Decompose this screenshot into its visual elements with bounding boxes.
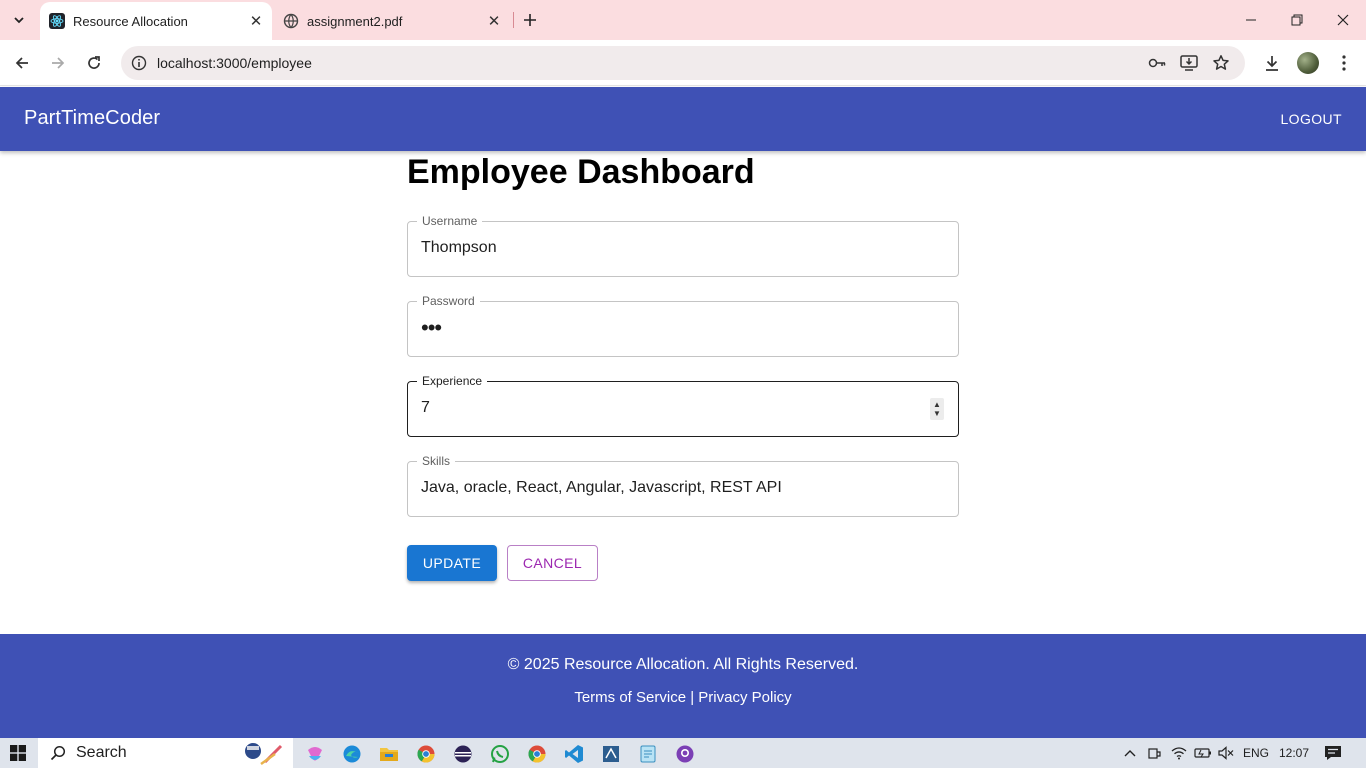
page-title: Employee Dashboard	[407, 153, 755, 191]
tab-assignment-pdf[interactable]: assignment2.pdf ✕	[274, 2, 510, 40]
minimize-icon	[1246, 19, 1256, 21]
show-hidden-icons-button[interactable]	[1120, 738, 1140, 768]
downloads-button[interactable]	[1257, 48, 1287, 78]
tab-title: assignment2.pdf	[307, 13, 403, 29]
browser-toolbar: localhost:3000/employee	[0, 40, 1366, 86]
footer-link-separator: |	[690, 689, 695, 706]
password-key-icon[interactable]	[1146, 52, 1168, 74]
clock-time[interactable]: 12:07	[1276, 738, 1312, 768]
close-window-button[interactable]	[1320, 0, 1366, 40]
wifi-icon[interactable]	[1168, 738, 1190, 768]
stepper-up-icon[interactable]: ▲	[933, 400, 941, 409]
restore-icon	[1291, 14, 1303, 26]
restore-button[interactable]	[1274, 0, 1320, 40]
whatsapp-icon[interactable]	[485, 741, 515, 767]
minimize-button[interactable]	[1228, 0, 1274, 40]
profile-button[interactable]	[1293, 48, 1323, 78]
chrome-active-icon[interactable]	[522, 741, 552, 767]
forward-button[interactable]	[43, 48, 73, 78]
search-highlight-icon	[239, 740, 285, 766]
file-explorer-icon[interactable]	[374, 741, 404, 767]
skills-field[interactable]: Skills Java, oracle, React, Angular, Jav…	[407, 454, 959, 517]
app-header: PartTimeCoder LOGOUT	[0, 87, 1366, 151]
arrow-right-icon	[52, 57, 65, 69]
globe-icon	[283, 13, 299, 29]
search-placeholder: Search	[76, 744, 127, 761]
battery-icon[interactable]	[1192, 738, 1214, 768]
number-stepper[interactable]: ▲ ▼	[930, 398, 944, 420]
edge-browser-icon[interactable]	[337, 741, 367, 767]
privacy-policy-link[interactable]: Privacy Policy	[698, 689, 791, 706]
avatar	[1297, 52, 1319, 74]
bookmark-star-icon[interactable]	[1210, 52, 1232, 74]
tab-resource-allocation[interactable]: Resource Allocation ✕	[40, 2, 272, 40]
reload-icon	[88, 56, 100, 69]
eclipse-ide-icon[interactable]	[448, 741, 478, 767]
username-input[interactable]: Thompson	[421, 239, 497, 257]
password-label: Password	[417, 294, 480, 308]
logout-button[interactable]: LOGOUT	[1272, 103, 1350, 135]
plus-icon	[524, 14, 536, 26]
tray-device-icon[interactable]	[1144, 738, 1164, 768]
github-desktop-icon[interactable]	[670, 741, 700, 767]
tab-search-button[interactable]	[6, 7, 32, 33]
os-taskbar: Search ENG 12:07	[0, 738, 1366, 768]
react-favicon-icon	[49, 13, 65, 29]
cancel-button[interactable]: CANCEL	[507, 545, 598, 581]
chevron-down-icon	[14, 17, 24, 24]
notification-center-button[interactable]	[1318, 738, 1348, 768]
username-field[interactable]: Username Thompson	[407, 214, 959, 277]
back-button[interactable]	[7, 48, 37, 78]
chevron-up-icon	[1124, 750, 1136, 757]
browser-tab-strip: Resource Allocation ✕ assignment2.pdf ✕	[0, 0, 1366, 40]
site-info-icon[interactable]	[129, 53, 149, 73]
update-button[interactable]: UPDATE	[407, 545, 497, 581]
password-input[interactable]: •••	[421, 315, 442, 341]
tab-separator	[513, 12, 514, 28]
sql-developer-icon[interactable]	[596, 741, 626, 767]
new-tab-button[interactable]	[518, 8, 542, 32]
password-field[interactable]: Password •••	[407, 294, 959, 357]
taskbar-search[interactable]: Search	[38, 738, 293, 768]
tab-close-icon[interactable]: ✕	[482, 9, 506, 33]
reload-button[interactable]	[79, 48, 109, 78]
start-button[interactable]	[0, 738, 36, 768]
language-indicator[interactable]: ENG	[1240, 738, 1272, 768]
tab-title: Resource Allocation	[73, 13, 188, 29]
footer-links: Terms of Service | Privacy Policy	[0, 689, 1366, 706]
experience-label: Experience	[417, 374, 488, 388]
skills-label: Skills	[417, 454, 456, 468]
experience-field[interactable]: Experience 7 ▲ ▼	[407, 374, 959, 437]
username-label: Username	[417, 214, 483, 228]
experience-input[interactable]: 7	[421, 399, 430, 417]
address-bar[interactable]: localhost:3000/employee	[121, 46, 1245, 80]
terms-of-service-link[interactable]: Terms of Service	[574, 689, 686, 706]
arrow-left-icon	[15, 57, 28, 69]
download-icon	[1266, 56, 1278, 71]
tab-close-icon[interactable]: ✕	[244, 9, 268, 33]
skills-input[interactable]: Java, oracle, React, Angular, Javascript…	[421, 479, 782, 497]
page-footer: © 2025 Resource Allocation. All Rights R…	[0, 634, 1366, 738]
copyright-text: © 2025 Resource Allocation. All Rights R…	[507, 656, 859, 673]
search-icon	[50, 745, 66, 761]
copilot-app-icon[interactable]	[300, 741, 330, 767]
windows-logo-icon	[10, 745, 26, 761]
more-vertical-icon	[1342, 55, 1346, 71]
install-app-icon[interactable]	[1178, 52, 1200, 74]
url-text[interactable]: localhost:3000/employee	[157, 55, 312, 71]
stepper-down-icon[interactable]: ▼	[933, 409, 941, 418]
notepad-icon[interactable]	[633, 741, 663, 767]
vscode-icon[interactable]	[559, 741, 589, 767]
speaker-muted-icon[interactable]	[1216, 738, 1236, 768]
browser-menu-button[interactable]	[1329, 48, 1359, 78]
chrome-icon[interactable]	[411, 741, 441, 767]
brand-title[interactable]: PartTimeCoder	[24, 107, 160, 130]
close-icon	[1337, 14, 1349, 26]
notification-icon	[1325, 746, 1341, 760]
